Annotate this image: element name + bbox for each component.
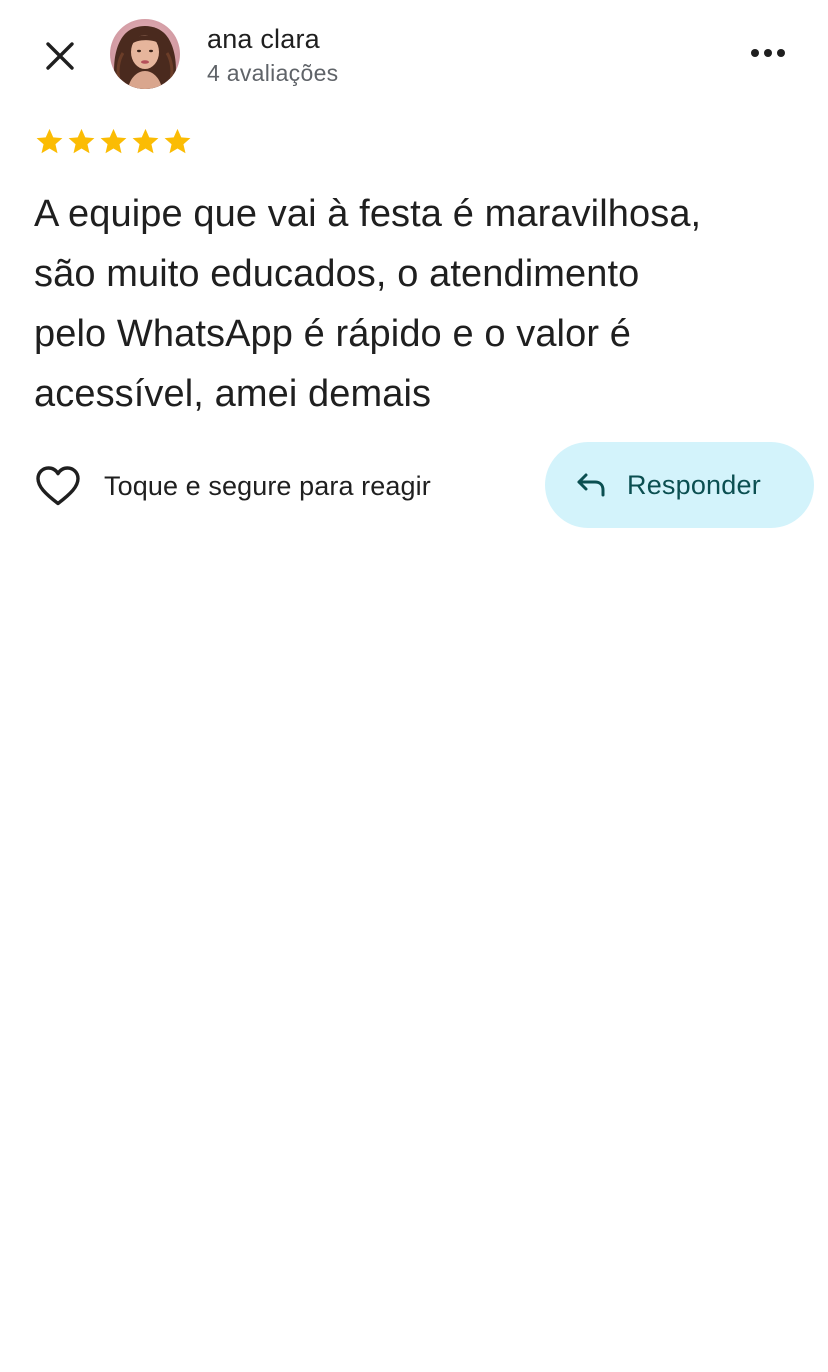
heart-outline-icon	[34, 462, 82, 510]
star-icon	[100, 128, 127, 154]
star-icon	[164, 128, 191, 154]
react-button[interactable]: Toque e segure para reagir	[34, 460, 431, 512]
react-label: Toque e segure para reagir	[104, 470, 431, 501]
star-rating	[34, 126, 193, 157]
reply-label: Responder	[627, 469, 761, 500]
star-icon	[36, 128, 63, 154]
star-icon	[68, 128, 95, 154]
star-icon	[132, 128, 159, 154]
review-detail-screen: ana clara 4 avaliações A equipe que vai …	[0, 0, 828, 1372]
more-options-button[interactable]	[742, 30, 794, 78]
reply-button[interactable]: Responder	[545, 442, 814, 528]
more-horizontal-icon	[750, 45, 786, 63]
reviewer-name[interactable]: ana clara	[207, 24, 320, 55]
reviewer-review-count: 4 avaliações	[207, 60, 339, 86]
close-icon	[43, 39, 77, 78]
close-button[interactable]	[36, 34, 84, 82]
avatar[interactable]	[110, 19, 180, 89]
review-text: A equipe que vai à festa é maravilhosa, …	[34, 193, 702, 415]
reply-arrow-icon	[573, 467, 609, 503]
review-header: ana clara 4 avaliações	[0, 0, 828, 110]
